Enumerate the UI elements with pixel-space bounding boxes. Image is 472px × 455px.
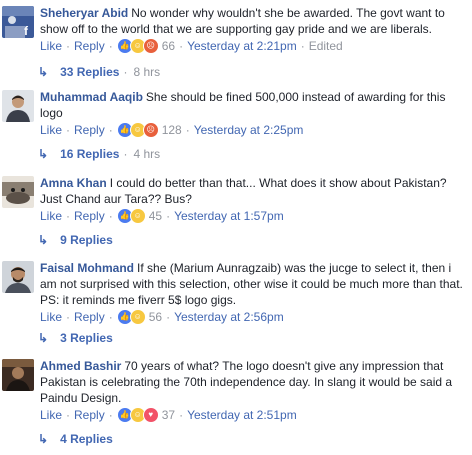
reaction-count[interactable]: 66 <box>162 38 175 54</box>
separator-dot: · <box>108 408 113 422</box>
reactions-summary[interactable]: 👍 ☺ ☹ <box>116 122 159 138</box>
reply-arrow-icon: ↳ <box>38 331 49 345</box>
reaction-count[interactable]: 56 <box>149 309 162 325</box>
reaction-count[interactable]: 45 <box>149 208 162 224</box>
like-link[interactable]: Like <box>40 309 62 325</box>
separator-dot: · <box>66 408 71 422</box>
replies-count[interactable]: 3 Replies <box>60 330 113 346</box>
comment-actions: Like · Reply · 👍 ☺ ♥ 37 · Yesterday at 2… <box>40 407 466 423</box>
reply-link[interactable]: Reply <box>74 309 105 325</box>
comment-item: Ahmed Bashir 70 years of what? The logo d… <box>0 353 472 453</box>
separator-dot: · <box>300 39 305 53</box>
separator-dot: · <box>166 209 171 223</box>
comment-actions: Like · Reply · 👍 ☺ 56 · Yesterday at 2:5… <box>40 309 466 325</box>
reaction-count[interactable]: 128 <box>162 122 182 138</box>
haha-reaction-icon: ☺ <box>129 208 146 224</box>
reply-arrow-icon: ↳ <box>38 147 49 161</box>
replies-count[interactable]: 4 Replies <box>60 431 113 447</box>
reply-link[interactable]: Reply <box>74 122 105 138</box>
separator-dot: · <box>66 209 71 223</box>
comments-list: f Sheheryar Abid No wonder why wouldn't s… <box>0 0 472 453</box>
separator-dot: · <box>185 123 190 137</box>
angry-reaction-icon: ☹ <box>142 38 159 54</box>
view-replies[interactable]: ↳ 16 Replies · 4 hrs <box>38 146 160 162</box>
view-replies[interactable]: ↳ 3 Replies <box>38 330 113 346</box>
like-link[interactable]: Like <box>40 407 62 423</box>
reactions-summary[interactable]: 👍 ☺ ♥ <box>116 407 159 423</box>
avatar[interactable]: f <box>2 6 34 38</box>
reply-arrow-icon: ↳ <box>38 432 49 446</box>
comment-author[interactable]: Ahmed Bashir <box>40 359 121 373</box>
haha-reaction-icon: ☺ <box>129 309 146 325</box>
separator-dot: · <box>66 39 71 53</box>
comment-author[interactable]: Faisal Mohmand <box>40 261 134 275</box>
love-reaction-icon: ♥ <box>142 407 159 423</box>
comment-timestamp[interactable]: Yesterday at 2:51pm <box>187 407 297 423</box>
separator-dot: · <box>179 408 184 422</box>
comment-actions: Like · Reply · 👍 ☺ ☹ 128 · Yesterday at … <box>40 122 466 138</box>
comment-author[interactable]: Muhammad Aaqib <box>40 90 143 104</box>
separator-dot: · <box>179 39 184 53</box>
separator-dot: · <box>108 310 113 324</box>
view-replies[interactable]: ↳ 4 Replies <box>38 431 113 447</box>
reactions-summary[interactable]: 👍 ☺ ☹ <box>116 38 159 54</box>
comment-actions: Like · Reply · 👍 ☺ 45 · Yesterday at 1:5… <box>40 208 466 224</box>
comment-timestamp[interactable]: Yesterday at 1:57pm <box>174 208 284 224</box>
comment-timestamp[interactable]: Yesterday at 2:21pm <box>187 38 297 54</box>
avatar[interactable] <box>2 261 34 293</box>
edited-label[interactable]: Edited <box>309 38 343 54</box>
reaction-count[interactable]: 37 <box>162 407 175 423</box>
replies-time: 8 hrs <box>133 65 161 79</box>
reply-arrow-icon: ↳ <box>38 65 49 79</box>
separator-dot: · <box>123 147 128 161</box>
comment-author[interactable]: Sheheryar Abid <box>40 6 128 20</box>
reply-link[interactable]: Reply <box>74 407 105 423</box>
like-link[interactable]: Like <box>40 38 62 54</box>
reply-link[interactable]: Reply <box>74 38 105 54</box>
separator-dot: · <box>108 39 113 53</box>
separator-dot: · <box>166 310 171 324</box>
reactions-summary[interactable]: 👍 ☺ <box>116 208 146 224</box>
avatar[interactable] <box>2 359 34 391</box>
view-replies[interactable]: ↳ 9 Replies <box>38 232 113 248</box>
comment-item: Muhammad Aaqib She should be fined 500,00… <box>0 84 472 170</box>
like-link[interactable]: Like <box>40 122 62 138</box>
reactions-summary[interactable]: 👍 ☺ <box>116 309 146 325</box>
comment-timestamp[interactable]: Yesterday at 2:25pm <box>194 122 304 138</box>
separator-dot: · <box>66 310 71 324</box>
comment-item: Faisal Mohmand If she (Marium Aunragzaib)… <box>0 255 472 353</box>
view-replies[interactable]: ↳ 33 Replies · 8 hrs <box>38 64 160 80</box>
avatar[interactable] <box>2 176 34 208</box>
replies-time: 4 hrs <box>133 147 161 161</box>
replies-count[interactable]: 33 Replies <box>60 64 119 80</box>
avatar[interactable] <box>2 90 34 122</box>
reply-arrow-icon: ↳ <box>38 233 49 247</box>
comment-actions: Like · Reply · 👍 ☺ ☹ 66 · Yesterday at 2… <box>40 38 466 54</box>
like-link[interactable]: Like <box>40 208 62 224</box>
replies-count[interactable]: 9 Replies <box>60 232 113 248</box>
separator-dot: · <box>123 65 128 79</box>
comment-timestamp[interactable]: Yesterday at 2:56pm <box>174 309 284 325</box>
angry-reaction-icon: ☹ <box>142 122 159 138</box>
comment-author[interactable]: Amna Khan <box>40 176 107 190</box>
replies-count[interactable]: 16 Replies <box>60 146 119 162</box>
reply-link[interactable]: Reply <box>74 208 105 224</box>
comment-item: f Sheheryar Abid No wonder why wouldn't s… <box>0 0 472 84</box>
separator-dot: · <box>108 123 113 137</box>
separator-dot: · <box>66 123 71 137</box>
comment-item: Amna Khan I could do better than that... … <box>0 170 472 255</box>
separator-dot: · <box>108 209 113 223</box>
